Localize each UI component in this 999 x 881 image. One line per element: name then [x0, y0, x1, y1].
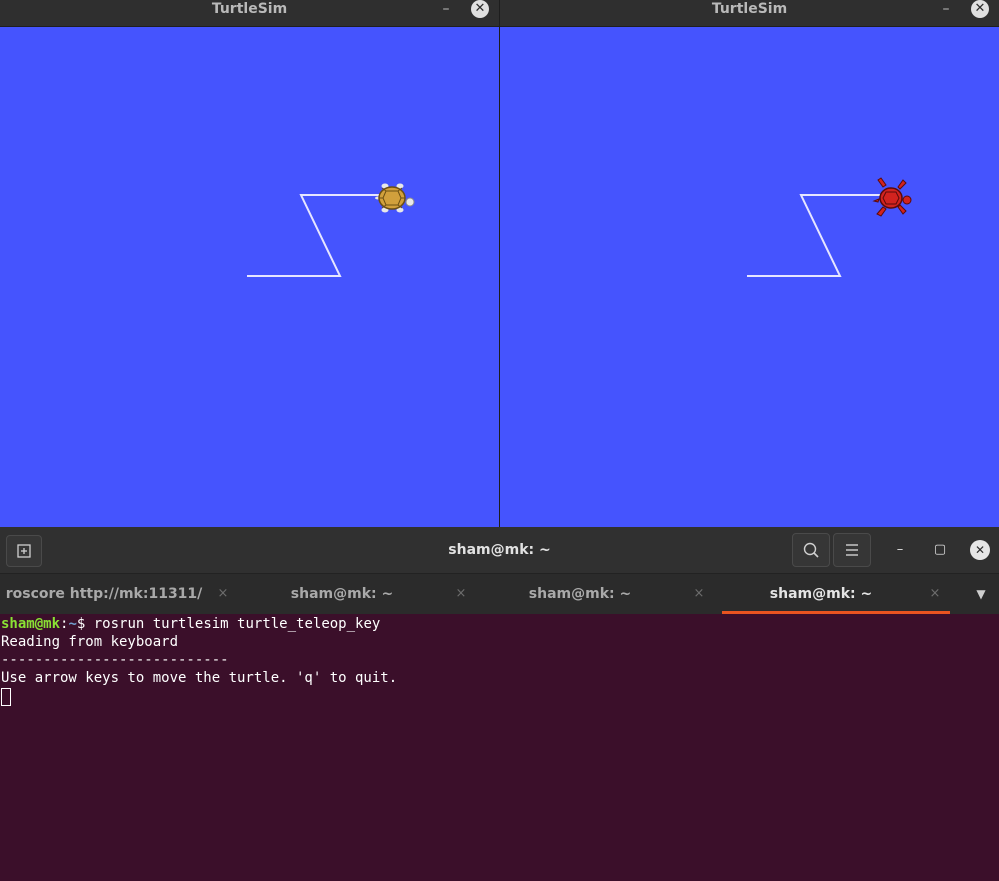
minimize-button[interactable]: –: [439, 0, 453, 18]
turtle-trail: [747, 194, 881, 277]
close-button[interactable]: ✕: [970, 540, 990, 560]
tab-close-button[interactable]: ×: [926, 574, 944, 614]
tabs-menu-button[interactable]: ▼: [968, 574, 994, 614]
titlebar[interactable]: TurtleSim – ✕: [500, 0, 999, 27]
tab-label: sham@mk: ~: [769, 586, 873, 602]
output-line: Use arrow keys to move the turtle. 'q' t…: [1, 670, 398, 686]
close-button[interactable]: ✕: [971, 0, 989, 18]
prompt-dollar: $: [76, 616, 94, 632]
menu-button[interactable]: [833, 533, 871, 567]
output-line: Reading from keyboard: [1, 634, 179, 650]
turtlesim-window-right: TurtleSim – ✕: [500, 0, 999, 527]
turtlesim-window-left: TurtleSim – ✕: [0, 0, 499, 527]
turtle-sprite: [375, 183, 415, 213]
command-line: sham@mk:~$ rosrun turtlesim turtle_teleo…: [0, 615, 999, 633]
text-cursor: [1, 688, 11, 706]
tab-shell-2[interactable]: sham@mk: ~ ×: [476, 574, 714, 614]
tab-shell-3-active[interactable]: sham@mk: ~ ×: [722, 574, 950, 614]
turtle-canvas: [747, 177, 912, 277]
terminal-headerbar[interactable]: sham@mk: ~ – ▢ ✕: [0, 527, 999, 574]
close-button[interactable]: ✕: [471, 0, 489, 18]
search-button[interactable]: [792, 533, 830, 567]
tab-shell-1[interactable]: sham@mk: ~ ×: [238, 574, 476, 614]
tab-bar: roscore http://mk:11311/ × sham@mk: ~ × …: [0, 574, 999, 614]
maximize-button[interactable]: ▢: [930, 540, 950, 560]
titlebar[interactable]: TurtleSim – ✕: [0, 0, 499, 27]
terminal-console[interactable]: sham@mk:~$ rosrun turtlesim turtle_teleo…: [0, 615, 999, 881]
tab-label: sham@mk: ~: [528, 586, 632, 602]
minimize-button[interactable]: –: [939, 0, 953, 18]
terminal-window: sham@mk: ~ – ▢ ✕ roscore http://mk:11311…: [0, 527, 999, 881]
output-line: ---------------------------: [1, 652, 229, 668]
minimize-button[interactable]: –: [890, 540, 910, 560]
hamburger-icon: [846, 544, 858, 556]
search-icon: [803, 542, 819, 558]
turtle-trail: [247, 194, 381, 277]
window-title: TurtleSim: [711, 1, 788, 17]
turtle-sprite: [872, 177, 912, 217]
tab-close-button[interactable]: ×: [452, 574, 470, 614]
tab-label: sham@mk: ~: [290, 586, 394, 602]
turtle-canvas: [247, 183, 415, 277]
tab-roscore[interactable]: roscore http://mk:11311/ ×: [0, 574, 238, 614]
command-text: rosrun turtlesim turtle_teleop_key: [93, 616, 381, 632]
tab-close-button[interactable]: ×: [690, 574, 708, 614]
prompt-user: sham@mk: [1, 616, 61, 632]
prompt-path: ~: [68, 616, 77, 632]
tab-close-button[interactable]: ×: [214, 574, 232, 614]
tab-label: roscore http://mk:11311/: [5, 586, 203, 602]
window-title: TurtleSim: [211, 1, 288, 17]
